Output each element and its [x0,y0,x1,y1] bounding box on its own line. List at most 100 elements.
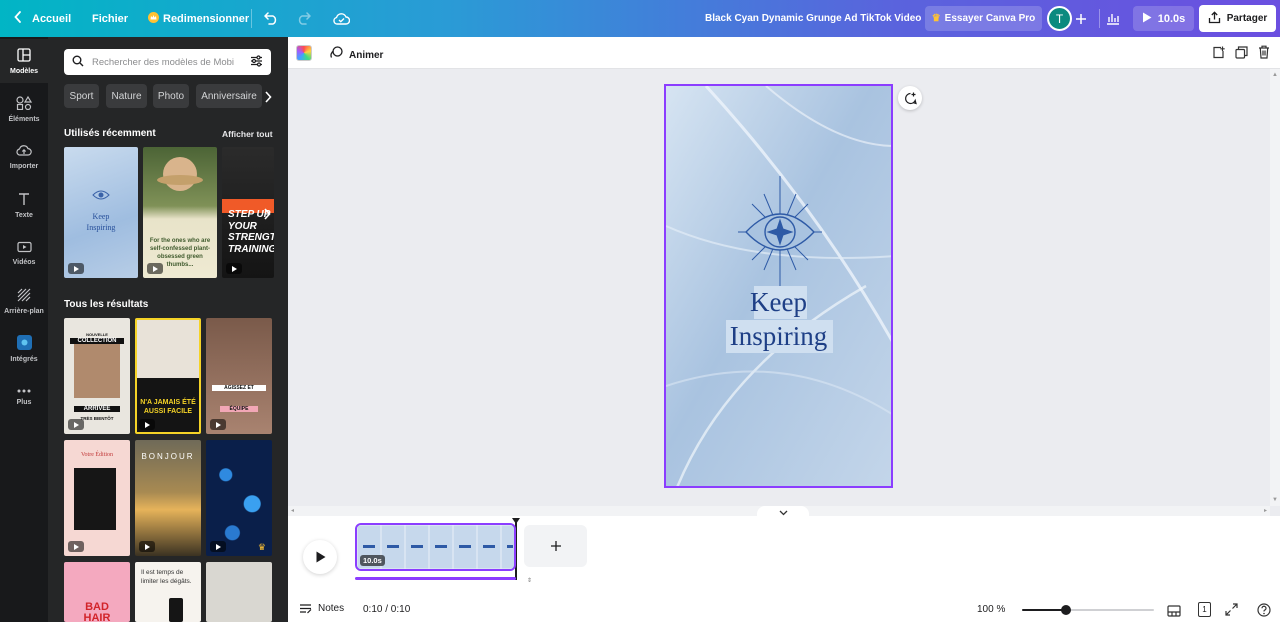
fullscreen-icon[interactable] [1225,603,1238,621]
chip-anniversary[interactable]: Anniversaire [196,84,262,108]
notes-button[interactable]: Notes [299,603,344,614]
expand-track-icon[interactable]: ⇕ [527,577,535,585]
rail-item-text[interactable]: Texte [0,183,48,227]
play-button[interactable] [303,540,337,574]
chip-sport[interactable]: Sport [64,84,99,108]
result-template[interactable] [206,562,272,622]
thumb-text: Keep [92,212,110,221]
add-collaborator-icon[interactable] [1075,0,1087,37]
crown-icon: ♛ [931,13,941,24]
animate-button[interactable]: Animer [330,46,383,64]
photo-block [74,338,120,398]
rail-item-import[interactable]: Importer [0,135,48,179]
recent-template-keep-inspiring[interactable]: Keep Inspiring [64,147,138,278]
scroll-up-icon[interactable]: ▲ [1272,72,1278,78]
time-readout: 0:10 / 0:10 [363,604,411,615]
design-page[interactable]: Keep Inspiring [664,84,893,488]
video-badge-icon [68,419,84,430]
rail-label: Plus [16,399,32,406]
result-template[interactable]: BONJOUR [135,440,201,556]
play-icon [316,551,325,563]
color-picker-icon[interactable] [296,45,312,61]
scroll-right-icon[interactable]: ▸ [1264,507,1267,514]
redo-icon[interactable] [296,0,311,37]
video-badge-icon [210,541,226,552]
context-toolbar: Animer [288,37,1280,69]
thumb-text: Votre Édition [80,452,114,458]
rail-item-models[interactable]: Modèles [0,39,48,83]
rail-item-more[interactable]: Plus [0,375,48,419]
comment-icon [904,92,917,104]
page-count-button[interactable]: 1 [1198,602,1211,617]
try-pro-button[interactable]: ♛ Essayer Canva Pro [925,6,1042,31]
add-comment-button[interactable] [898,86,922,110]
avatar[interactable]: T [1047,6,1072,31]
recent-title: Utilisés récemment [64,128,156,139]
video-badge-icon [226,263,242,274]
rail-item-videos[interactable]: Vidéos [0,231,48,275]
templates-icon [17,47,31,64]
filter-icon[interactable] [250,54,263,70]
chip-photo[interactable]: Photo [153,84,189,108]
text-icon [17,192,31,208]
design-text-line2[interactable]: Inspiring [666,320,891,353]
design-text-line1[interactable]: Keep [666,286,891,319]
video-clip[interactable]: 10.0s [355,523,516,571]
result-template[interactable]: Il est temps de limiter les dégâts. [135,562,201,622]
delete-page-icon[interactable] [1258,45,1270,64]
try-pro-label: Essayer Canva Pro [944,13,1036,24]
resize-button[interactable]: Redimensionner [148,0,249,37]
result-template[interactable]: ♛ [206,440,272,556]
chevron-right-icon[interactable] [264,90,272,108]
all-results-title: Tous les résultats [64,299,149,310]
file-menu[interactable]: Fichier [92,0,128,37]
duplicate-page-icon[interactable] [1235,46,1248,64]
search-input[interactable]: Rechercher des modèles de Mobi [92,57,242,68]
divider [1099,9,1100,28]
see-all-link[interactable]: Afficher tout [222,129,273,139]
thumb-text: TRAINING [228,243,274,255]
animate-icon [330,46,343,64]
result-template[interactable]: Votre Édition [64,440,130,556]
insights-icon[interactable] [1106,0,1120,37]
result-template[interactable]: NOUVELLE COLLECTION ARRIVÉE TRÈS BIENTÔT [64,318,130,434]
rail-item-integrated[interactable]: Intégrés [0,327,48,371]
product-shape [169,598,183,622]
result-template[interactable]: BAD HAIR [64,562,130,622]
vertical-scrollbar[interactable]: ▲ ▼ [1270,69,1280,506]
zoom-slider-thumb[interactable] [1060,605,1071,615]
crown-icon: ♛ [257,542,266,552]
document-title[interactable]: Black Cyan Dynamic Grunge Ad TikTok Vide… [705,0,921,37]
add-page-icon[interactable] [1212,46,1225,64]
scroll-down-icon[interactable]: ▼ [1272,497,1278,503]
thumb-text: ARRIVÉE [74,406,120,412]
carousel-next-icon[interactable] [263,207,271,225]
video-badge-icon [68,263,84,274]
chip-nature[interactable]: Nature [106,84,147,108]
rail-label: Modèles [9,67,38,75]
search-bar[interactable]: Rechercher des modèles de Mobi [64,49,271,75]
thumb-text: BONJOUR [141,452,195,461]
zoom-slider-track[interactable] [1022,605,1154,615]
scroll-left-icon[interactable]: ◂ [291,507,294,514]
add-page-button[interactable] [524,525,587,567]
help-icon[interactable] [1257,603,1271,622]
undo-icon[interactable] [264,0,279,37]
zoom-readout[interactable]: 100 % [977,604,1005,615]
video-badge-icon [68,541,84,552]
thumb-text: HAIR [83,612,111,622]
thumb-text: NOUVELLE [86,332,108,337]
home-button[interactable]: Accueil [14,0,71,37]
upload-icon [1208,10,1221,27]
result-template[interactable]: AGISSEZ ET ÉQUIPE [206,318,272,434]
rail-item-background[interactable]: Arrière-plan [0,279,48,323]
share-button[interactable]: Partager [1199,5,1276,32]
recent-template-plant[interactable]: For the ones who are self-confessed plan… [143,147,217,278]
thumb-text: Il est temps de limiter les dégâts. [141,569,192,585]
resize-label: Redimensionner [163,12,250,25]
rail-item-elements[interactable]: Éléments [0,87,48,131]
grid-view-icon[interactable] [1167,604,1181,622]
present-button[interactable]: 10.0s [1133,6,1194,31]
result-template[interactable]: N'A JAMAIS ÉTÉ AUSSI FACILE [135,318,201,434]
cloud-sync-icon[interactable] [333,0,350,37]
